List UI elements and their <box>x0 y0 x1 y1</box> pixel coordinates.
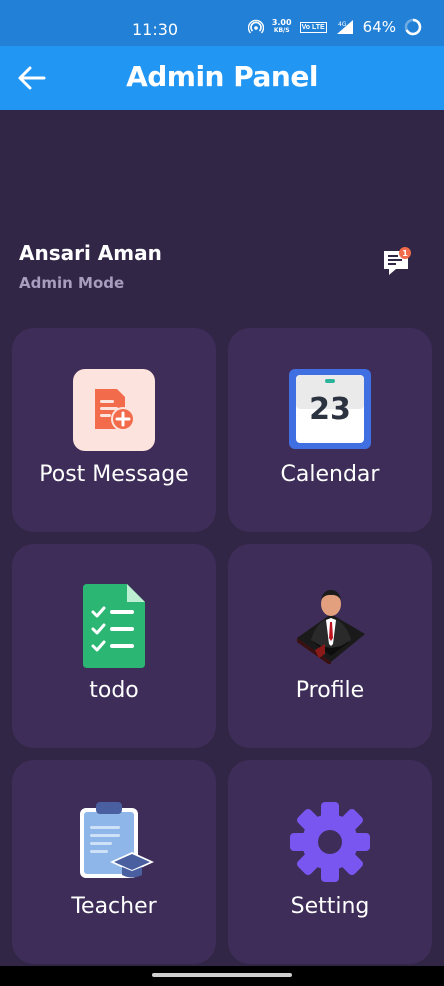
card-label: Profile <box>295 678 365 703</box>
card-label: todo <box>89 678 139 703</box>
calendar-icon: 23 <box>289 369 371 449</box>
network-speed: 3.00 KB/S <box>272 19 292 35</box>
battery-ring-icon <box>404 18 422 36</box>
user-mode: Admin Mode <box>19 274 125 292</box>
battery-percentage: 64% <box>362 18 396 36</box>
card-calendar[interactable]: 23 Calendar <box>228 328 432 532</box>
card-post-message[interactable]: Post Message <box>12 328 216 532</box>
card-label: Teacher <box>71 894 157 919</box>
card-label: Calendar <box>280 462 380 487</box>
calendar-day: 23 <box>309 392 351 427</box>
todo-icon <box>83 584 145 668</box>
card-setting[interactable]: Setting <box>228 760 432 964</box>
navigation-bar <box>0 966 444 986</box>
card-profile[interactable]: Profile <box>228 544 432 748</box>
card-label: Post Message <box>39 462 189 487</box>
hotspot-icon <box>247 19 264 34</box>
chat-icon: 1 <box>384 247 411 275</box>
card-label: Setting <box>290 894 370 919</box>
volte-badge: Vo LTE <box>299 21 327 33</box>
post-message-icon <box>73 369 155 451</box>
app-bar: Admin Panel <box>0 46 444 110</box>
page-title: Admin Panel <box>126 60 318 93</box>
chat-badge-count: 1 <box>402 249 408 258</box>
status-bar: 11:30 3.00 KB/S Vo LTE 4G 64% <box>0 0 444 46</box>
status-icons: 3.00 KB/S Vo LTE 4G 64% <box>247 18 422 36</box>
network-speed-unit: KB/S <box>273 27 290 34</box>
user-name: Ansari Aman <box>19 241 162 265</box>
teacher-icon <box>80 802 154 878</box>
signal-icon: 4G <box>336 20 353 34</box>
profile-icon <box>297 590 365 664</box>
gear-icon <box>290 802 370 882</box>
network-type: 4G <box>338 21 347 28</box>
network-speed-value: 3.00 <box>271 18 292 27</box>
card-teacher[interactable]: Teacher <box>12 760 216 964</box>
status-time: 11:30 <box>132 20 179 39</box>
home-indicator[interactable] <box>152 973 292 977</box>
chat-button[interactable]: 1 <box>381 245 415 277</box>
card-todo[interactable]: todo <box>12 544 216 748</box>
